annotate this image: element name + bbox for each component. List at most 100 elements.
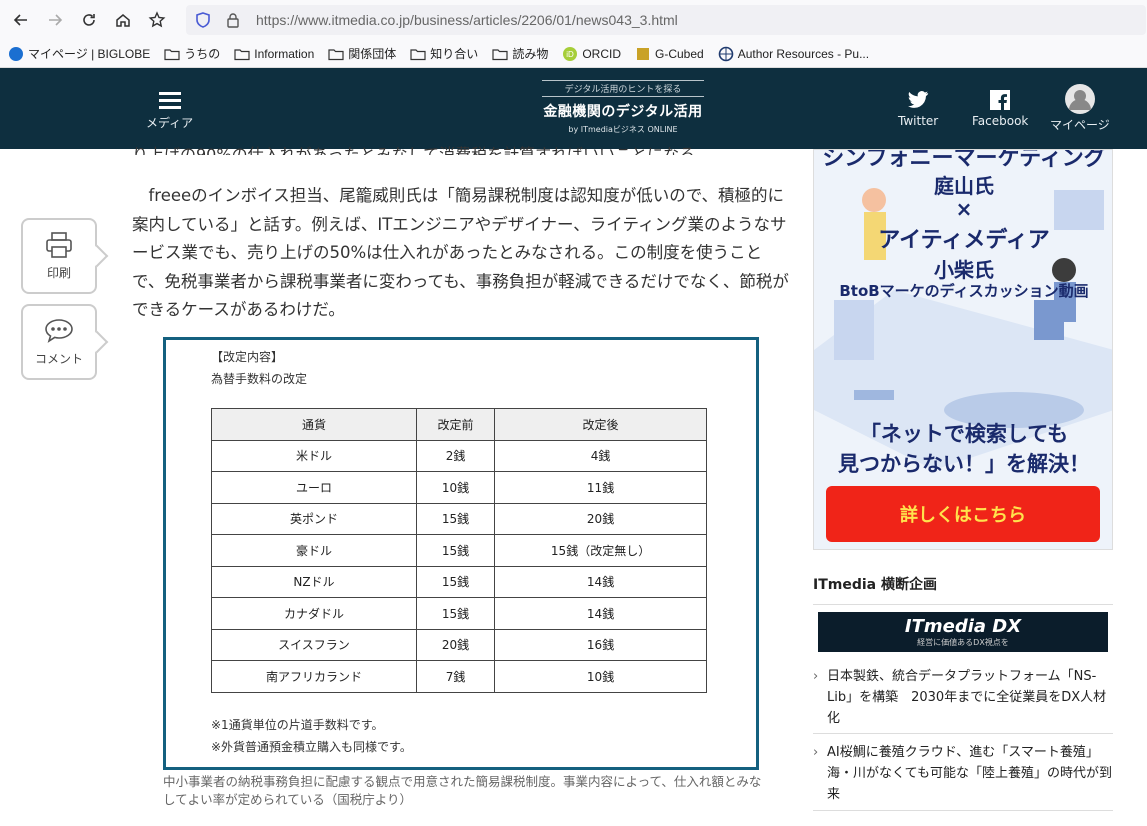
dx-banner-tagline: 経営に価値あるDX視点を [917, 638, 1009, 647]
ad-line-0: シンフォニーマーケティング [822, 149, 1106, 171]
ad-cta-button[interactable]: 詳しくはこちら [826, 486, 1100, 542]
lock-icon[interactable] [220, 12, 246, 28]
site-header: メディア デジタル活用のヒントを探る 金融機関のデジタル活用 by ITmedi… [0, 68, 1147, 149]
back-button[interactable] [4, 3, 38, 37]
divider [813, 810, 1113, 811]
ad-line-4: 小柴氏 [934, 258, 994, 282]
cell-after: 20銭 [494, 502, 707, 535]
comment-button[interactable]: コメント [21, 304, 97, 380]
home-button[interactable] [106, 3, 140, 37]
logo-tagline: デジタル活用のヒントを探る [542, 80, 704, 97]
shield-icon[interactable] [190, 12, 216, 28]
table-row: 米ドル 2銭 4銭 [211, 439, 707, 472]
table-header-row: 通貨 改定前 改定後 [211, 408, 707, 441]
back-arrow-icon [13, 14, 27, 26]
cell-currency: スイスフラン [211, 628, 417, 661]
ad-line-5: BtoBマーケのディスカッション動画 [839, 282, 1089, 300]
print-button[interactable]: 印刷 [21, 218, 97, 294]
forward-arrow-icon [49, 14, 63, 26]
bookmark-orcid[interactable]: iD ORCID [562, 46, 621, 62]
table-row: 豪ドル 15銭 15銭（改定無し） [211, 534, 707, 567]
twitter-link[interactable]: Twitter [898, 90, 938, 128]
cell-after: 15銭（改定無し） [494, 534, 707, 567]
bookmark-author-resources[interactable]: Author Resources - Pu... [718, 46, 869, 62]
bookmark-folder-uchino[interactable]: うちの [164, 45, 220, 62]
article-figure[interactable]: 【改定内容】 為替手数料の改定 通貨 改定前 改定後 米ドル 2銭 4銭 ユーロ 10… [163, 337, 759, 770]
facebook-icon [990, 90, 1011, 110]
cell-before: 15銭 [415, 534, 496, 567]
table-row: NZドル 15銭 14銭 [211, 565, 707, 598]
dx-banner-title: ITmedia DX [904, 616, 1022, 637]
logo-title: 金融機関のデジタル活用 [543, 104, 703, 120]
facebook-label: Facebook [972, 114, 1029, 128]
cell-before: 2銭 [415, 439, 496, 472]
bookmark-label: Information [254, 46, 315, 61]
orcid-icon: iD [562, 46, 578, 62]
cell-currency: ユーロ [211, 471, 417, 504]
cell-before: 20銭 [415, 628, 496, 661]
ad-line-3: アイティメディア [878, 228, 1050, 253]
url-text[interactable]: https://www.itmedia.co.jp/business/artic… [256, 12, 678, 28]
forward-button[interactable] [38, 3, 72, 37]
bookmark-label: マイページ | BIGLOBE [28, 47, 151, 61]
gcubed-icon [635, 46, 651, 62]
cell-currency: カナダドル [211, 597, 417, 630]
table-row: ユーロ 10銭 11銭 [211, 471, 707, 504]
ad-line-7: 見つからない！」を解決！ [838, 452, 1090, 476]
bookmark-label: G-Cubed [655, 46, 704, 61]
cell-after: 14銭 [494, 565, 707, 598]
header-after: 改定後 [494, 408, 707, 441]
comment-label: コメント [34, 351, 83, 366]
bookmark-label: 知り合い [430, 47, 479, 61]
reload-icon [83, 14, 95, 26]
cell-currency: NZドル [211, 565, 417, 598]
ad-line-6: 「ネットで検索しても [859, 422, 1069, 446]
bookmark-folder-information[interactable]: Information [234, 46, 314, 62]
bookmark-folder-kankei[interactable]: 関係団体 [328, 45, 396, 62]
site-logo[interactable]: デジタル活用のヒントを探る 金融機関のデジタル活用 by ITmediaビジネス… [542, 80, 704, 138]
news-item-title[interactable]: AI桜鯛に養殖クラウド、進む「スマート養殖」 海・川がなくても可能な「陸上養殖」… [827, 745, 1112, 802]
bookmark-folder-shiriai[interactable]: 知り合い [410, 45, 478, 62]
chevron-right-icon: › [813, 669, 819, 684]
itmedia-dx-banner[interactable]: ITmedia DX 経営に価値あるDX視点を [818, 612, 1108, 652]
news-item[interactable]: › AI桜鯛に養殖クラウド、進む「スマート養殖」 海・川がなくても可能な「陸上養… [813, 742, 1113, 805]
news-item-title[interactable]: 日本製鉄、統合データプラットフォーム「NS-Lib」を構築 2030年までに全従… [827, 669, 1106, 726]
table-row: カナダドル 15銭 14銭 [211, 597, 707, 630]
user-avatar-icon [1064, 84, 1095, 114]
cell-after: 14銭 [494, 597, 707, 630]
media-menu-button[interactable]: メディア [146, 90, 193, 131]
ad-line-2: × [955, 197, 973, 221]
bookmark-biglobe[interactable]: マイページ | BIGLOBE [8, 45, 150, 62]
biglobe-icon [8, 46, 24, 62]
bookmark-gcubed[interactable]: G-Cubed [635, 46, 704, 62]
folder-icon [164, 46, 180, 62]
address-bar[interactable]: https://www.itmedia.co.jp/business/artic… [186, 5, 1146, 35]
sidebar-ad[interactable]: シンフォニーマーケティング 庭山氏 × アイティメディア 小柴氏 BtoBマーケ… [813, 149, 1113, 550]
twitter-icon [908, 91, 929, 108]
star-puzzle-icon [148, 11, 166, 28]
facebook-link[interactable]: Facebook [972, 90, 1028, 128]
bookmark-label: ORCID [582, 46, 621, 61]
figure-note-2: ※外貨普通預金積立購入も同様です。 [211, 740, 412, 754]
svg-text:iD: iD [567, 50, 575, 59]
extensions-button[interactable] [140, 3, 174, 37]
bookmark-label: Author Resources - Pu... [737, 46, 870, 61]
cell-currency: 英ポンド [211, 502, 417, 535]
bookmark-folder-yomimono[interactable]: 読み物 [492, 45, 548, 62]
mypage-link[interactable]: マイページ [1050, 84, 1110, 133]
cell-before: 15銭 [415, 502, 496, 535]
cross-project-section-title: ITmedia 横断企画 [813, 574, 1113, 605]
cell-after: 16銭 [494, 628, 707, 661]
figure-subtitle: 為替手数料の改定 [211, 372, 308, 386]
table-row: スイスフラン 20銭 16銭 [211, 628, 707, 661]
cell-currency: 米ドル [211, 439, 417, 472]
bookmark-label: 関係団体 [348, 47, 397, 61]
reload-button[interactable] [72, 3, 106, 37]
globe-icon [718, 46, 734, 62]
divider [813, 733, 1113, 734]
print-label: 印刷 [46, 265, 71, 280]
header-before: 改定前 [415, 408, 496, 441]
news-item[interactable]: › 日本製鉄、統合データプラットフォーム「NS-Lib」を構築 2030年までに… [813, 666, 1113, 729]
cell-before: 15銭 [415, 597, 496, 630]
article-paragraph: freeeのインボイス担当、尾籠威則氏は「簡易課税制度は認知度が低いので、積極的… [132, 186, 789, 319]
